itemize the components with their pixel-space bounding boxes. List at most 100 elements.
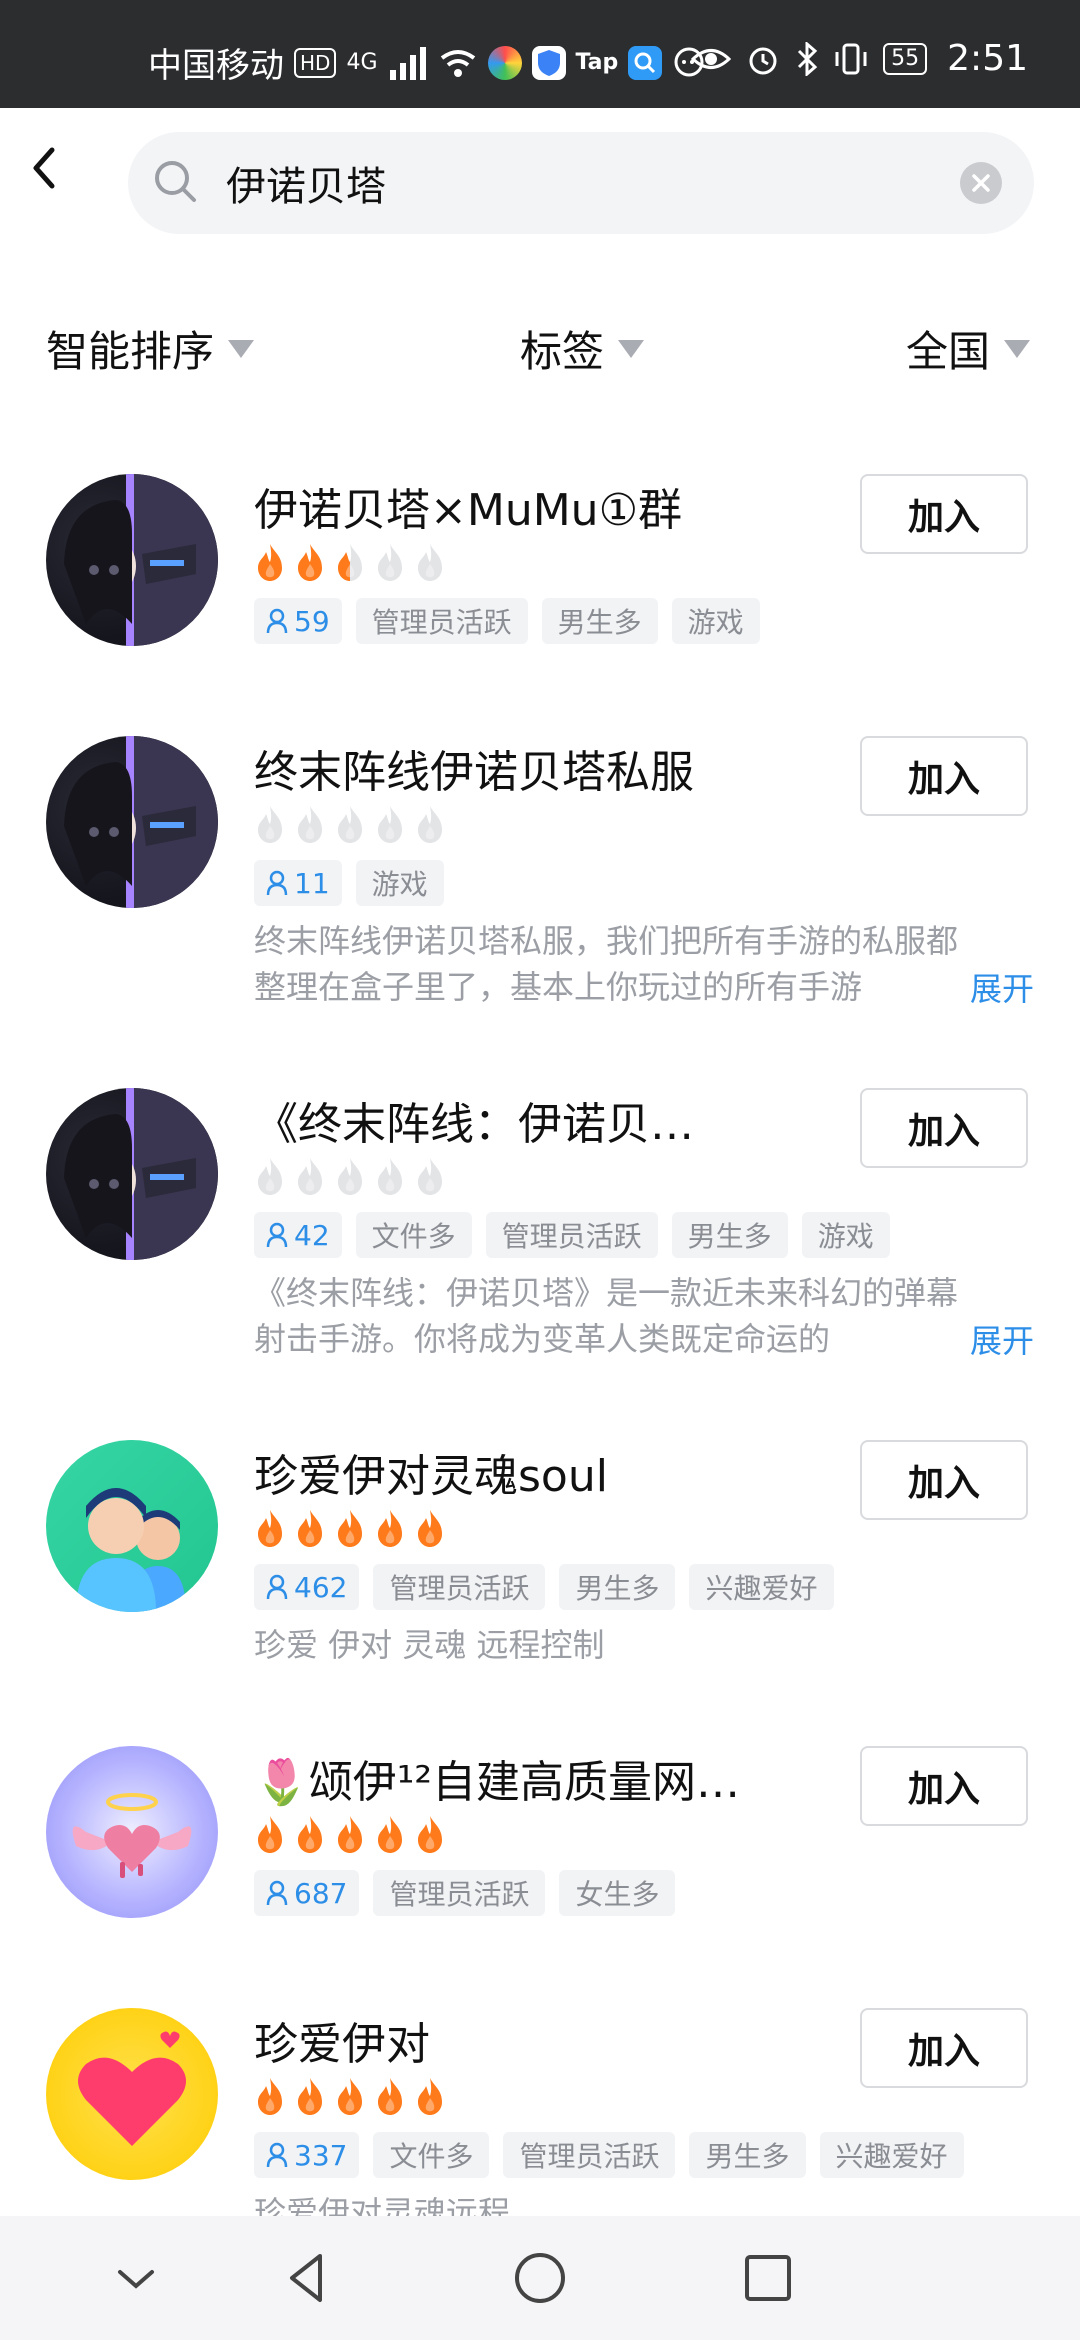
group-tag: 文件多 — [355, 1212, 472, 1258]
group-tag: 管理员活跃 — [355, 598, 528, 644]
chevron-down-icon — [118, 2270, 154, 2289]
group-tag: 文件多 — [373, 2132, 490, 2178]
person-icon — [266, 1574, 288, 1600]
group-avatar[interactable] — [46, 1746, 218, 1918]
group-title[interactable]: 珍爱伊对 — [254, 2008, 430, 2072]
flame-icon — [298, 544, 322, 581]
expand-link[interactable]: 展开 — [909, 964, 1034, 1010]
member-count: 42 — [294, 1218, 330, 1252]
join-button[interactable]: 加入 — [860, 1088, 1028, 1168]
group-title[interactable]: 伊诺贝塔×MuMu①群 — [254, 474, 682, 538]
vibrate-icon — [835, 43, 867, 74]
triangle-back-icon — [290, 2254, 322, 2302]
flame-icon — [378, 1816, 402, 1853]
member-count: 59 — [294, 604, 330, 638]
flame-icon — [338, 1816, 362, 1853]
group-tag: 游戏 — [801, 1212, 890, 1258]
flame-icon — [418, 2078, 442, 2115]
flame-icon — [338, 1510, 362, 1547]
circle-home-icon — [515, 2253, 565, 2303]
flame-icon — [338, 2078, 362, 2115]
member-count-tag: 42 — [254, 1212, 342, 1258]
close-icon — [972, 174, 990, 192]
member-count: 462 — [294, 1570, 348, 1604]
description-line: 终末阵线伊诺贝塔私服，我们把所有手游的私服都 — [254, 922, 959, 960]
flame-icon — [298, 806, 322, 843]
group-tag: 男生多 — [559, 1564, 676, 1610]
flame-icon — [418, 1158, 442, 1195]
group-avatar[interactable] — [46, 1088, 218, 1260]
caret-down-icon — [228, 339, 255, 358]
caret-down-icon — [618, 339, 645, 358]
search-app-icon — [628, 45, 663, 80]
group-avatar[interactable] — [46, 474, 218, 646]
flame-icon — [258, 1510, 282, 1547]
expand-link[interactable]: 展开 — [909, 1316, 1034, 1362]
activity-rating — [252, 1508, 448, 1548]
join-button[interactable]: 加入 — [860, 2008, 1028, 2088]
caret-down-icon — [1004, 339, 1031, 358]
bluetooth-icon — [798, 41, 818, 76]
group-tag: 兴趣爱好 — [689, 1564, 834, 1610]
member-count-tag: 59 — [254, 598, 342, 644]
group-title[interactable]: 珍爱伊对灵魂soul — [254, 1440, 608, 1504]
filter-tags-label: 标签 — [520, 327, 605, 376]
join-button[interactable]: 加入 — [860, 474, 1028, 554]
alarm-icon — [749, 47, 777, 74]
tag-list: 59 管理员活跃 男生多 游戏 — [254, 598, 760, 644]
system-nav-bar — [0, 2216, 1080, 2340]
group-tag: 管理员活跃 — [485, 1212, 658, 1258]
flame-icon — [378, 1510, 402, 1547]
flame-icon — [298, 1816, 322, 1853]
search-input[interactable] — [226, 132, 906, 234]
person-icon — [266, 1880, 288, 1906]
flame-icon — [258, 806, 282, 843]
flame-icon — [338, 1158, 362, 1195]
group-title[interactable]: 终末阵线伊诺贝塔私服 — [254, 736, 694, 800]
chevron-left-icon — [33, 147, 55, 189]
search-bar[interactable] — [128, 132, 1034, 234]
activity-rating — [252, 1814, 448, 1854]
group-tag: 游戏 — [355, 860, 444, 906]
square-recents-icon — [745, 2255, 791, 2301]
group-tag: 男生多 — [671, 1212, 788, 1258]
filter-bar: 智能排序 标签 全国 — [0, 318, 1080, 384]
flame-icon — [418, 544, 442, 581]
member-count-tag: 11 — [254, 860, 342, 906]
filter-tags[interactable]: 标签 — [520, 318, 645, 379]
person-icon — [266, 2142, 288, 2168]
eye-icon — [691, 48, 732, 69]
status-right: 55 2:51 — [691, 38, 1028, 79]
group-avatar[interactable] — [46, 2008, 218, 2180]
nav-recents-button[interactable] — [736, 2246, 800, 2310]
person-icon — [266, 870, 288, 896]
group-avatar[interactable] — [46, 736, 218, 908]
back-button[interactable] — [18, 140, 74, 196]
tag-list: 337 文件多 管理员活跃 男生多 兴趣爱好 — [254, 2132, 964, 2178]
group-avatar[interactable] — [46, 1440, 218, 1612]
hd-badge: HD — [294, 47, 337, 78]
group-title[interactable]: 《终末阵线：伊诺贝… — [254, 1088, 694, 1152]
join-button[interactable]: 加入 — [860, 1440, 1028, 1520]
flame-icon — [378, 544, 402, 581]
group-tag: 游戏 — [671, 598, 760, 644]
activity-rating — [252, 2076, 448, 2116]
flame-icon — [378, 2078, 402, 2115]
group-tag: 管理员活跃 — [503, 2132, 676, 2178]
join-button[interactable]: 加入 — [860, 1746, 1028, 1826]
activity-rating — [252, 542, 448, 582]
wifi-icon — [440, 49, 475, 77]
nav-home-button[interactable] — [508, 2246, 572, 2310]
filter-sort[interactable]: 智能排序 — [46, 318, 255, 379]
group-title[interactable]: 🌷颂伊¹²自建高质量网… — [254, 1746, 740, 1810]
nav-collapse-button[interactable] — [104, 2246, 168, 2310]
join-button[interactable]: 加入 — [860, 736, 1028, 816]
filter-region[interactable]: 全国 — [906, 318, 1031, 379]
member-count: 687 — [294, 1876, 348, 1910]
nav-back-button[interactable] — [276, 2246, 340, 2310]
clear-search-button[interactable] — [960, 162, 1002, 204]
tag-list: 687 管理员活跃 女生多 — [254, 1870, 676, 1916]
flame-icon — [298, 1510, 322, 1547]
flame-icon — [298, 1158, 322, 1195]
battery-icon: 55 — [883, 42, 928, 75]
